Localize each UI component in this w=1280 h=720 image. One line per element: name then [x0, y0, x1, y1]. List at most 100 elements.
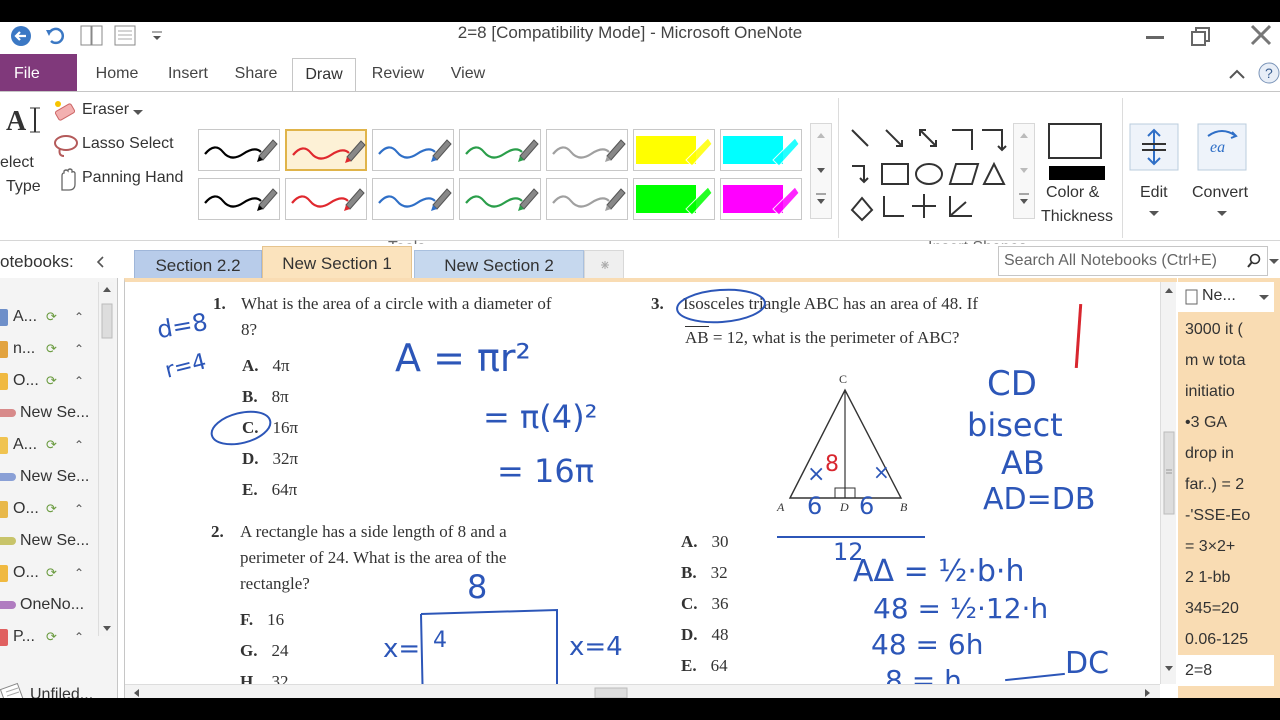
pen-swatch[interactable] [285, 129, 367, 171]
pen-icon [292, 140, 366, 163]
page-horizontal-scrollbar[interactable] [125, 684, 1160, 698]
section-item[interactable]: New Se... [0, 398, 98, 428]
pen-swatch[interactable] [459, 129, 541, 171]
chevron-up-icon[interactable]: ⌃ [74, 302, 84, 332]
pen-swatch[interactable] [198, 178, 280, 220]
pen-gallery-scroll[interactable] [810, 123, 832, 219]
page-list-item[interactable]: 345=20 [1178, 593, 1274, 624]
chevron-down-icon [1269, 259, 1279, 264]
collapse-navigation-button[interactable] [92, 252, 108, 272]
answer-choice-letter: E. [681, 656, 697, 675]
edit-button[interactable]: Edit [1128, 122, 1182, 232]
page-list-item[interactable]: far..) = 2 [1178, 469, 1274, 500]
page-canvas[interactable]: 1. What is the area of a circle with a d… [124, 278, 1177, 698]
chevron-up-icon[interactable]: ⌃ [74, 558, 84, 588]
shapes-icon [850, 129, 1007, 222]
notebook-item[interactable]: O... ⟳ ⌃ [0, 558, 98, 588]
notebook-item[interactable]: O... ⟳ ⌃ [0, 494, 98, 524]
page-list-item[interactable]: -'SSE-Eo [1178, 500, 1274, 531]
answer-choice-letter: A. [242, 356, 259, 375]
notebook-icon [0, 437, 8, 454]
panning-hand-button[interactable]: Panning Hand [52, 166, 192, 194]
page-list-item[interactable]: = 3×2+ [1178, 531, 1274, 562]
pen-swatch[interactable] [372, 129, 454, 171]
scroll-arrows-icon [1163, 288, 1175, 671]
add-page-button[interactable]: Ne... [1178, 282, 1274, 312]
page-list-item[interactable]: •3 GA [1178, 407, 1274, 438]
notebook-item[interactable]: O... ⟳ ⌃ [0, 366, 98, 396]
ink-d-equals-8: d=8 [154, 307, 210, 345]
page-list-item[interactable]: initiatio [1178, 376, 1274, 407]
page-list-item[interactable]: drop in [1178, 438, 1274, 469]
answer-choice-letter: B. [242, 387, 258, 406]
notebook-item-label: n... [13, 340, 36, 357]
notebook-item-label: New Se... [20, 468, 90, 485]
pen-swatch[interactable] [372, 178, 454, 220]
shapes-gallery-scroll[interactable] [1013, 123, 1035, 219]
eraser-button[interactable]: Eraser [52, 98, 192, 126]
tab-file[interactable]: File [0, 54, 77, 92]
pen-swatch[interactable] [720, 129, 802, 171]
section-item[interactable]: OneNo... [0, 590, 98, 620]
page-list-item[interactable]: 2 1-bb [1178, 562, 1274, 593]
tab-share[interactable]: Share [226, 58, 286, 92]
pen-swatch[interactable] [198, 129, 280, 171]
notebook-item[interactable]: n... ⟳ ⌃ [0, 334, 98, 364]
chevron-up-icon[interactable]: ⌃ [74, 366, 84, 396]
notebook-item[interactable]: A... ⟳ ⌃ [0, 430, 98, 460]
vertex-b: B [900, 500, 908, 514]
tab-view[interactable]: View [440, 58, 496, 92]
page-list-item[interactable]: m w tota [1178, 345, 1274, 376]
collapse-ribbon-button[interactable] [1226, 64, 1248, 84]
shapes-gallery[interactable] [846, 122, 1036, 222]
lasso-select-button[interactable]: Lasso Select [52, 132, 192, 160]
page-list-item[interactable]: 0.06-125 [1178, 624, 1274, 655]
notebook-item[interactable]: A... ⟳ ⌃ [0, 302, 98, 332]
pen-swatch[interactable] [285, 178, 367, 220]
restore-button[interactable] [1186, 24, 1220, 46]
pen-swatch[interactable] [720, 178, 802, 220]
chevron-up-icon[interactable]: ⌃ [74, 494, 84, 524]
answer-choice: D. 32π [242, 449, 298, 469]
notebooks-label: otebooks: [0, 252, 74, 271]
pen-swatch[interactable] [546, 129, 628, 171]
q2-text-line1: A rectangle has a side length of 8 and a [240, 522, 507, 541]
notebook-item[interactable]: P... ⟳ ⌃ [0, 622, 98, 652]
chevron-up-icon[interactable]: ⌃ [74, 430, 84, 460]
tab-insert[interactable]: Insert [158, 58, 218, 92]
page-icon [1185, 289, 1198, 305]
minimize-button[interactable] [1138, 24, 1172, 46]
answer-choice: E. 64 [681, 656, 728, 676]
search-notebooks-input[interactable]: Search All Notebooks (Ctrl+E) [998, 246, 1268, 276]
select-type-button[interactable]: A elect Type [0, 98, 48, 198]
pen-swatch[interactable] [546, 178, 628, 220]
notebook-icon [0, 373, 8, 390]
answer-choice-letter: E. [242, 480, 258, 499]
pen-swatch[interactable] [459, 178, 541, 220]
pen-swatch[interactable] [633, 129, 715, 171]
section-item[interactable]: New Se... [0, 462, 98, 492]
section-color-icon [0, 473, 16, 481]
section-tab-new-section-1[interactable]: New Section 1 [262, 246, 412, 282]
tab-draw[interactable]: Draw [292, 58, 356, 94]
close-button[interactable] [1244, 24, 1280, 46]
tab-review[interactable]: Review [362, 58, 434, 92]
search-scope-button[interactable] [1268, 254, 1280, 268]
page-list-item[interactable]: 3000 it ( [1178, 314, 1274, 345]
page-vertical-scrollbar[interactable] [1160, 282, 1176, 684]
notebook-icon [0, 309, 8, 326]
section-item[interactable]: New Se... [0, 526, 98, 556]
help-button[interactable]: ? [1256, 60, 1280, 86]
notebook-panel-scrollbar[interactable] [98, 282, 114, 636]
chevron-up-icon[interactable]: ⌃ [74, 334, 84, 364]
unfiled-notes-button[interactable]: Unfiled... [0, 680, 118, 698]
pen-swatch[interactable] [633, 178, 715, 220]
restore-icon [1191, 27, 1210, 46]
ink-side-8: 8 [467, 568, 488, 606]
color-thickness-button[interactable]: Color & Thickness [1038, 122, 1118, 232]
svg-text:ea: ea [1210, 139, 1225, 156]
chevron-up-icon[interactable]: ⌃ [74, 622, 84, 652]
page-list-item[interactable]: 2=8 [1178, 655, 1274, 686]
convert-button[interactable]: ea Convert [1188, 122, 1258, 232]
tab-home[interactable]: Home [84, 58, 150, 92]
